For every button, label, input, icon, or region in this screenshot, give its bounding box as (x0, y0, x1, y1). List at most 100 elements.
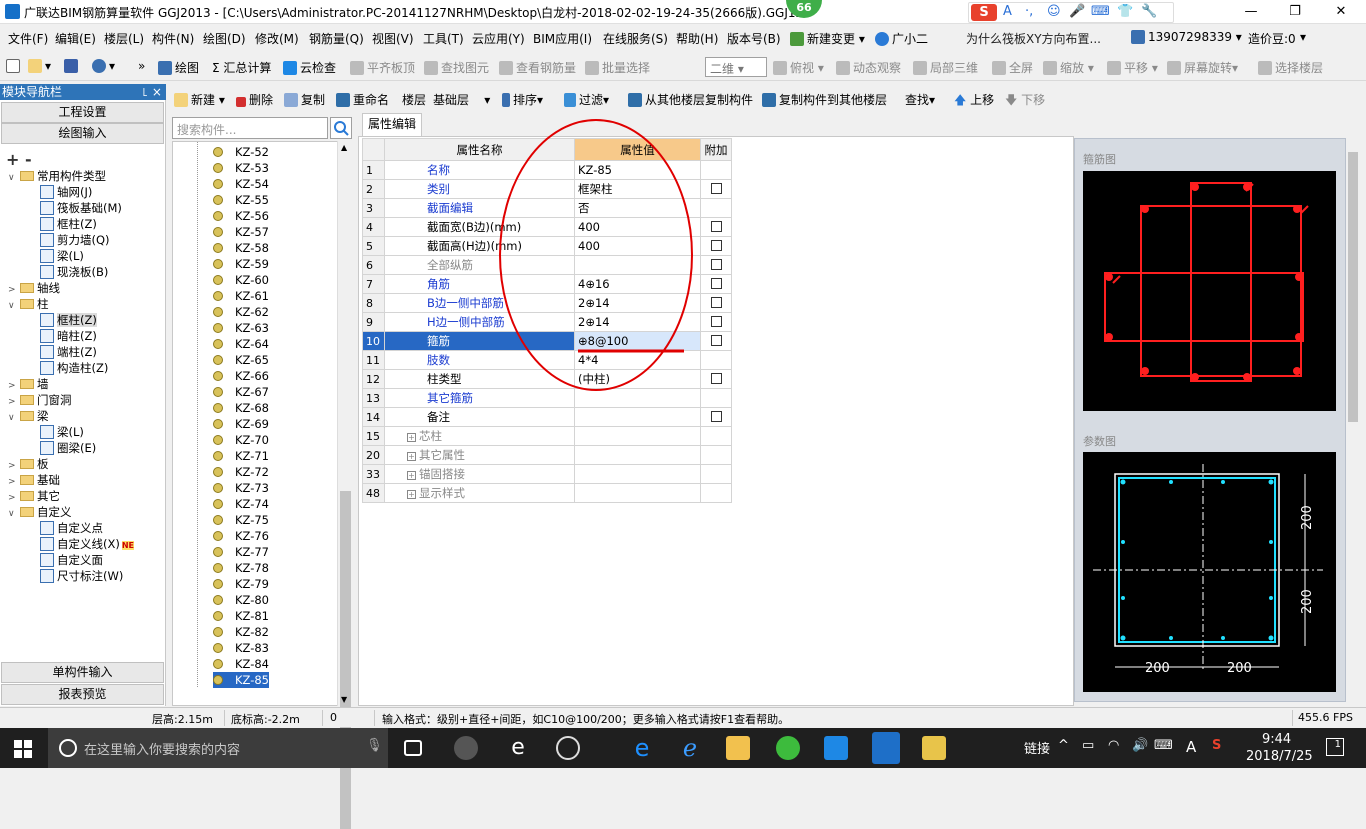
tree-node[interactable]: 暗柱(Z) (40, 328, 97, 344)
list-item[interactable]: KZ-58 (213, 240, 269, 256)
beans-dropdown-icon[interactable]: ▾ (1300, 30, 1306, 44)
menu-modify[interactable]: 修改(M) (255, 30, 299, 47)
tree-node[interactable]: > 基础 (8, 472, 60, 488)
list-item[interactable]: KZ-59 (213, 256, 269, 272)
list-item[interactable]: KZ-72 (213, 464, 269, 480)
pan-button[interactable]: 平移 ▾ (1107, 59, 1158, 76)
view-rebar-qty-button[interactable]: 查看钢筋量 (499, 59, 576, 76)
floor-select[interactable]: 基础层 ▾ (433, 91, 490, 108)
menu-cloud[interactable]: 云应用(Y) (472, 30, 525, 47)
expand-group-icon[interactable]: + (407, 471, 416, 480)
tree-node[interactable]: 框柱(Z) (40, 312, 97, 328)
property-value-cell[interactable] (574, 464, 701, 484)
open-file-icon[interactable]: ▾ (28, 59, 51, 73)
copy-from-floor-button[interactable]: 从其他楼层复制构件 (628, 91, 753, 108)
attach-checkbox[interactable] (710, 240, 722, 251)
network-icon[interactable]: ◠ (1108, 738, 1119, 753)
expand-collapse-icon[interactable]: + - (6, 150, 32, 169)
copy-to-floor-button[interactable]: 复制构件到其他楼层 (762, 91, 887, 108)
preview-scroll-thumb[interactable] (1348, 152, 1358, 422)
scroll-thumb[interactable] (340, 491, 351, 829)
refresh-app-icon[interactable] (556, 736, 580, 760)
menu-edit[interactable]: 编辑(E) (55, 30, 96, 47)
action-center-icon[interactable]: 1 (1326, 738, 1344, 756)
list-item[interactable]: KZ-67 (213, 384, 269, 400)
tree-node[interactable]: > 其它 (8, 488, 60, 504)
attach-checkbox[interactable] (710, 411, 722, 422)
ie-blue-icon[interactable]: ℯ (678, 736, 702, 760)
view-mode-select[interactable]: 二维 ▾ (705, 57, 767, 77)
tree-node[interactable]: 端柱(Z) (40, 344, 97, 360)
list-item[interactable]: KZ-63 (213, 320, 269, 336)
list-item[interactable]: KZ-69 (213, 416, 269, 432)
attach-checkbox[interactable] (710, 373, 722, 384)
file-explorer-icon[interactable] (726, 736, 750, 760)
find-button[interactable]: 查找▾ (905, 91, 935, 108)
tree-expand-icon[interactable]: ∨ (8, 506, 17, 522)
tree-node[interactable]: 梁(L) (40, 248, 84, 264)
tree-expand-icon[interactable]: ∨ (8, 170, 17, 186)
preview-scrollbar[interactable] (1346, 138, 1360, 702)
tree-expand-icon[interactable]: ∨ (8, 410, 17, 426)
list-item[interactable]: KZ-65 (213, 352, 269, 368)
report-preview-button[interactable]: 报表预览 (1, 684, 164, 705)
tree-node[interactable]: 自定义线(X) NE (40, 536, 135, 552)
glodon-ggj-icon[interactable] (872, 732, 900, 764)
tree-node[interactable]: ∨ 柱 (8, 296, 49, 312)
tree-node[interactable]: 筏板基础(M) (40, 200, 122, 216)
tree-node[interactable]: > 墙 (8, 376, 49, 392)
clock-time[interactable]: 9:44 (1262, 732, 1291, 747)
attach-checkbox[interactable] (710, 183, 722, 194)
menu-tools[interactable]: 工具(T) (423, 30, 464, 47)
table-row[interactable]: 33 + 锚固搭接 (362, 464, 732, 484)
volume-icon[interactable]: 🔊 (1132, 738, 1148, 753)
tree-node[interactable]: 圈梁(E) (40, 440, 96, 456)
tree-expand-icon[interactable]: ∨ (8, 298, 17, 314)
toolbar-overflow-icon[interactable]: » (138, 59, 145, 73)
sogou-icon[interactable]: S (971, 4, 997, 21)
keyboard-icon[interactable]: ⌨ (1154, 738, 1173, 753)
project-settings-button[interactable]: 工程设置 (1, 102, 164, 123)
list-item[interactable]: KZ-61 (213, 288, 269, 304)
dynamic-view-button[interactable]: 动态观察 (836, 59, 901, 76)
taskbar-search-input[interactable]: 在这里输入你要搜索的内容 (48, 728, 388, 768)
list-item[interactable]: KZ-66 (213, 368, 269, 384)
find-element-button[interactable]: 查找图元 (424, 59, 489, 76)
tab-property-edit[interactable]: 属性编辑 (362, 113, 422, 136)
list-item[interactable]: KZ-62 (213, 304, 269, 320)
ime-punct-icon[interactable]: ·, (1025, 4, 1033, 19)
tree-node[interactable]: ∨ 梁 (8, 408, 49, 424)
maximize-icon[interactable]: ❐ (1280, 2, 1310, 22)
windows-start-icon[interactable] (14, 740, 32, 758)
attach-checkbox[interactable] (710, 335, 722, 346)
battery-icon[interactable]: ▭ (1082, 738, 1094, 753)
tree-node[interactable]: 轴网(J) (40, 184, 92, 200)
tree-node[interactable]: > 轴线 (8, 280, 60, 296)
clock-date[interactable]: 2018/7/25 (1246, 749, 1313, 764)
list-item[interactable]: KZ-54 (213, 176, 269, 192)
list-item[interactable]: KZ-71 (213, 448, 269, 464)
attach-checkbox[interactable] (710, 297, 722, 308)
list-item[interactable]: KZ-74 (213, 496, 269, 512)
mic-icon[interactable]: 🎙 (366, 738, 383, 753)
summary-calc-button[interactable]: Σ 汇总计算 (212, 59, 271, 76)
copy-button[interactable]: 复制 (284, 91, 325, 108)
tree-node[interactable]: 构造柱(Z) (40, 360, 108, 376)
batch-select-button[interactable]: 批量选择 (585, 59, 650, 76)
edge-icon[interactable]: e (630, 736, 654, 760)
drawing-input-button[interactable]: 绘图输入 (1, 123, 164, 144)
delete-button[interactable]: 删除 (236, 91, 273, 108)
ie-icon[interactable]: e (506, 736, 530, 760)
list-item[interactable]: KZ-81 (213, 608, 269, 624)
search-icon[interactable] (330, 117, 352, 139)
input-language[interactable]: A (1186, 738, 1196, 756)
sort-button[interactable]: 排序▾ (502, 91, 543, 108)
list-item[interactable]: KZ-55 (213, 192, 269, 208)
single-component-input-button[interactable]: 单构件输入 (1, 662, 164, 683)
cortana-icon[interactable] (58, 738, 78, 758)
list-item[interactable]: KZ-79 (213, 576, 269, 592)
ime-tools-icon[interactable]: 🔧 (1141, 4, 1157, 19)
notepad-icon[interactable] (922, 736, 946, 760)
cost-beans[interactable]: 造价豆:0 (1248, 30, 1296, 47)
property-value-cell[interactable] (574, 483, 701, 503)
